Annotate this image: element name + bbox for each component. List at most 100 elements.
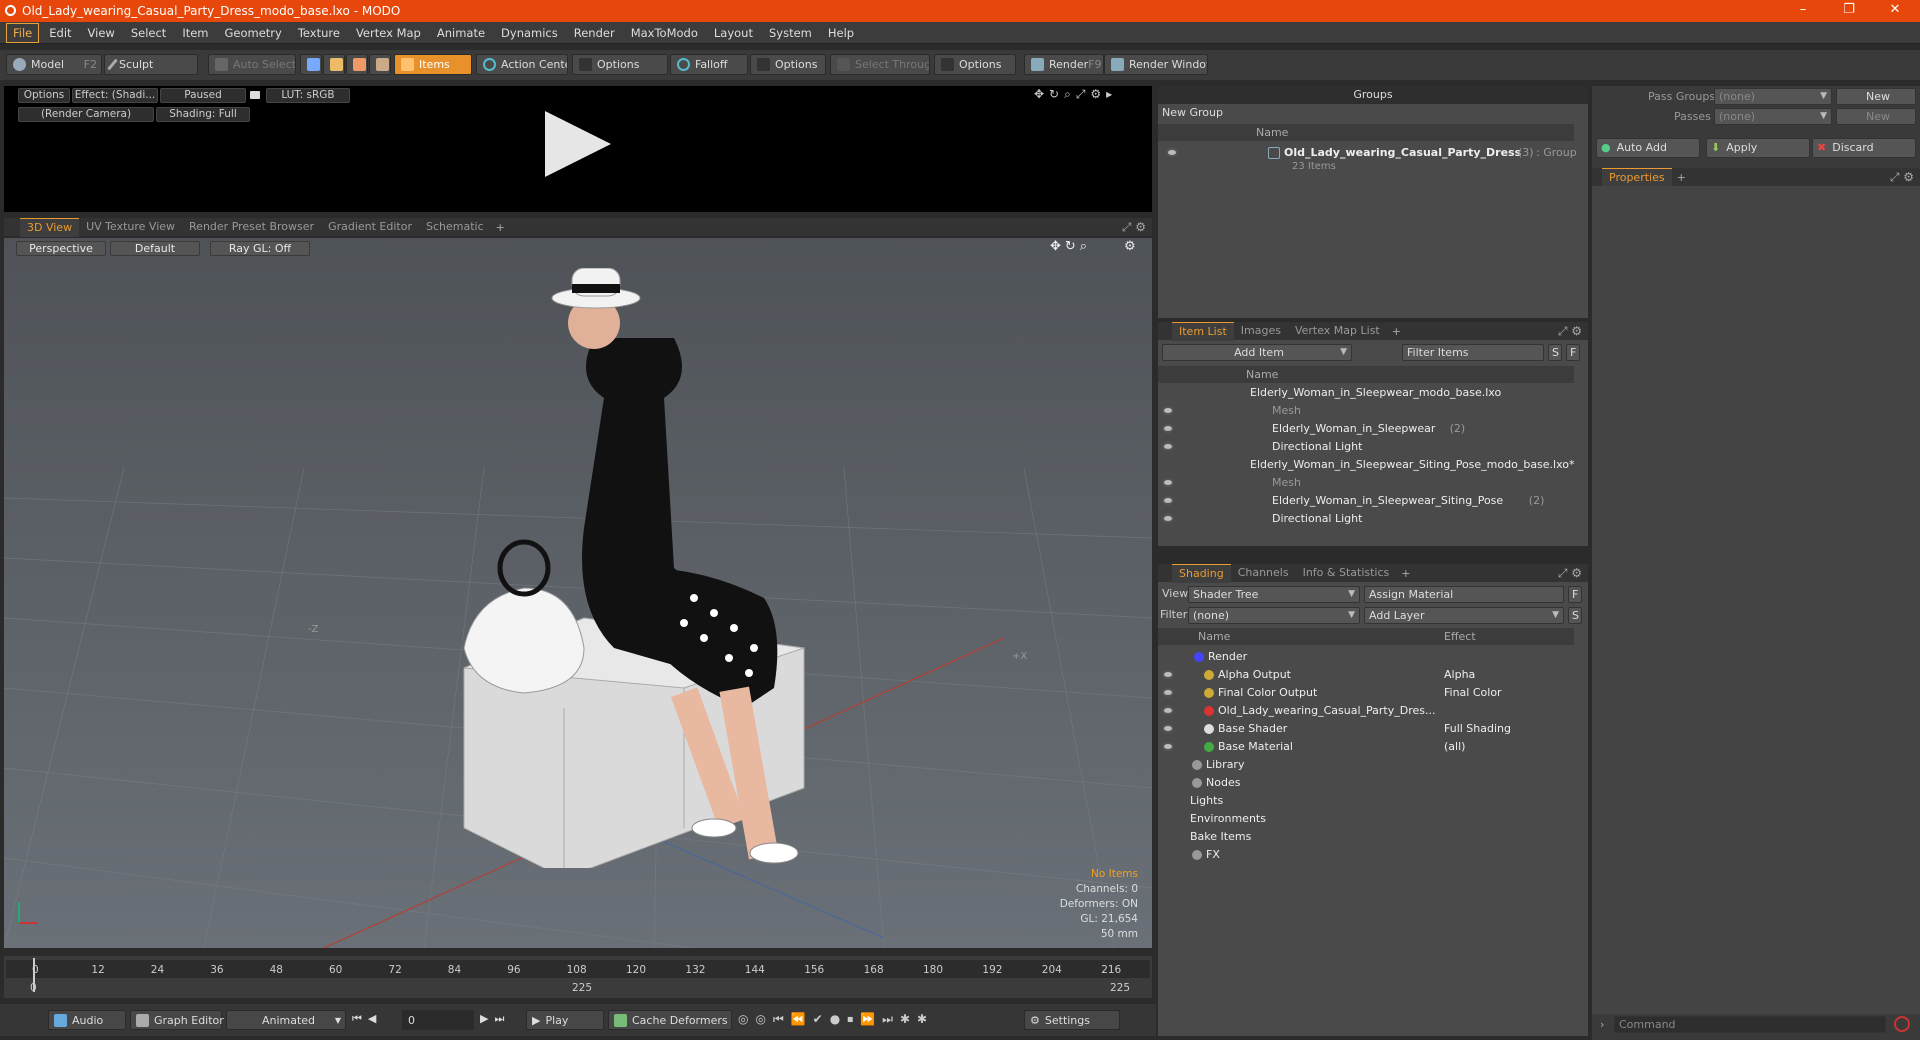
pass-groups-new-button[interactable]: New	[1836, 88, 1916, 105]
visibility-eye-icon[interactable]	[1162, 706, 1174, 715]
item-list-s-button[interactable]: S	[1548, 344, 1562, 361]
item-list-row[interactable]: Directional Light	[1158, 510, 1588, 528]
menu-dynamics[interactable]: Dynamics	[493, 22, 566, 44]
shader-tree-row[interactable]: Final Color Output Final Color	[1158, 684, 1588, 702]
perspective-button[interactable]: Perspective	[16, 241, 106, 256]
preview-options-button[interactable]: Options	[18, 88, 70, 103]
shader-tree-row[interactable]: Lights	[1158, 792, 1588, 810]
menu-maxtomodo[interactable]: MaxToModo	[623, 22, 706, 44]
shader-effect-dropdown[interactable]: Full Shading	[1444, 720, 1570, 738]
menu-system[interactable]: System	[761, 22, 820, 44]
raygl-button[interactable]: Ray GL: Off	[210, 241, 310, 256]
visibility-eye-icon[interactable]	[1166, 148, 1178, 157]
visibility-eye-icon[interactable]	[1162, 406, 1174, 415]
item-list-row[interactable]: Mesh	[1158, 474, 1588, 492]
vertex-mode-button[interactable]	[300, 54, 322, 75]
shader-effect-dropdown[interactable]: Alpha	[1444, 666, 1570, 684]
render-window-button[interactable]: Render Window	[1104, 54, 1208, 75]
panel-icons[interactable]: ⤢ ⚙	[1558, 324, 1582, 339]
viewport-nav-icons[interactable]: ✥↻⌕	[1050, 239, 1091, 254]
graph-editor-button[interactable]: Graph Editor	[130, 1010, 224, 1030]
shader-tree-row[interactable]: Bake Items	[1158, 828, 1588, 846]
filter-dropdown[interactable]: (none) ▼	[1188, 607, 1360, 624]
preview-lut-dropdown[interactable]: LUT: sRGB	[266, 88, 350, 103]
frame-input[interactable]: 0	[402, 1010, 474, 1030]
render-button[interactable]: Render F9	[1024, 54, 1104, 75]
visibility-eye-icon[interactable]	[1162, 496, 1174, 505]
select-through-options-button[interactable]: Options	[934, 54, 1016, 75]
menu-layout[interactable]: Layout	[706, 22, 761, 44]
shader-effect-dropdown[interactable]: Final Color	[1444, 684, 1570, 702]
command-input[interactable]: Command	[1614, 1016, 1886, 1033]
menu-item[interactable]: Item	[174, 22, 216, 44]
visibility-eye-icon[interactable]	[1162, 478, 1174, 487]
shader-tree-row[interactable]: Old_Lady_wearing_Casual_Party_Dres...	[1158, 702, 1588, 720]
settings-button[interactable]: ⚙ Settings	[1024, 1010, 1120, 1030]
visibility-eye-icon[interactable]	[1162, 442, 1174, 451]
add-tab-button[interactable]: +	[1672, 171, 1691, 184]
item-list-row[interactable]: Mesh	[1158, 402, 1588, 420]
falloff-options-button[interactable]: Options	[750, 54, 826, 75]
default-shading-button[interactable]: Default	[110, 241, 200, 256]
material-mode-button[interactable]	[369, 54, 391, 75]
tab-vertex-map-list[interactable]: Vertex Map List	[1288, 322, 1387, 340]
assign-material-button[interactable]: Assign Material	[1364, 586, 1564, 603]
viewport-panel-icons[interactable]: ⤢ ⚙	[1122, 220, 1146, 235]
transport-end-icons[interactable]: ▶⏭	[480, 1012, 510, 1026]
filter-items-input[interactable]: Filter Items	[1402, 344, 1544, 361]
animated-dropdown[interactable]: Animated ▼	[226, 1010, 346, 1030]
command-record-icon[interactable]	[1894, 1016, 1910, 1032]
item-list-row[interactable]: Directional Light	[1158, 438, 1588, 456]
visibility-eye-icon[interactable]	[1162, 724, 1174, 733]
add-tab-button[interactable]: +	[1396, 567, 1415, 580]
falloff-button[interactable]: Falloff	[670, 54, 748, 75]
preview-effect-dropdown[interactable]: Effect: (Shadi...	[72, 88, 158, 103]
tab-info-statistics[interactable]: Info & Statistics	[1296, 564, 1397, 582]
tab-item-list[interactable]: Item List	[1172, 321, 1234, 341]
apply-button[interactable]: ⬇ Apply	[1706, 138, 1810, 158]
play-icon[interactable]	[545, 111, 611, 177]
maximize-button[interactable]: ❐	[1826, 0, 1872, 22]
audio-button[interactable]: Audio	[48, 1010, 126, 1030]
view-dropdown[interactable]: Shader Tree ▼	[1188, 586, 1360, 603]
lock-icon[interactable]	[250, 91, 260, 99]
tab-images[interactable]: Images	[1234, 322, 1288, 340]
passes-new-button[interactable]: New	[1836, 108, 1916, 125]
shader-tree-row[interactable]: Base Shader Full Shading	[1158, 720, 1588, 738]
preview-shading-dropdown[interactable]: Shading: Full	[156, 107, 250, 122]
shading-f-button[interactable]: F	[1568, 586, 1582, 603]
play-button[interactable]: ▶ Play	[526, 1010, 604, 1030]
visibility-eye-icon[interactable]	[1162, 670, 1174, 679]
visibility-eye-icon[interactable]	[1162, 514, 1174, 523]
item-list-f-button[interactable]: F	[1566, 344, 1580, 361]
items-button[interactable]: Items	[394, 54, 472, 75]
model-button[interactable]: Model F2	[6, 54, 102, 75]
action-center-options-button[interactable]: Options	[572, 54, 668, 75]
tab-schematic[interactable]: Schematic	[419, 218, 491, 236]
shader-tree-row[interactable]: FX	[1158, 846, 1588, 864]
sculpt-button[interactable]: Sculpt	[104, 54, 198, 75]
item-list-row[interactable]: Elderly_Woman_in_Sleepwear (2)	[1158, 420, 1588, 438]
menu-edit[interactable]: Edit	[41, 22, 79, 44]
item-list-row[interactable]: Elderly_Woman_in_Sleepwear_Siting_Pose (2…	[1158, 492, 1588, 510]
shader-tree-row[interactable]: Alpha Output Alpha	[1158, 666, 1588, 684]
tab-channels[interactable]: Channels	[1231, 564, 1296, 582]
menu-geometry[interactable]: Geometry	[217, 22, 290, 44]
pass-groups-dropdown[interactable]: (none) ▼	[1714, 88, 1832, 105]
auto-select-button[interactable]: Auto Select	[208, 54, 296, 75]
shader-tree-row[interactable]: Base Material (all)	[1158, 738, 1588, 756]
add-tab-button[interactable]: +	[491, 221, 510, 234]
preview-toolbar-icons[interactable]: ✥↻⌕⤢⚙▸	[1034, 87, 1117, 102]
menu-render[interactable]: Render	[566, 22, 623, 44]
shader-tree-row[interactable]: Library	[1158, 756, 1588, 774]
tab-shading[interactable]: Shading	[1172, 563, 1231, 583]
add-item-dropdown[interactable]: Add Item ▼	[1162, 344, 1352, 361]
tab-render-preset-browser[interactable]: Render Preset Browser	[182, 218, 321, 236]
visibility-eye-icon[interactable]	[1162, 688, 1174, 697]
preview-camera-dropdown[interactable]: (Render Camera)	[18, 107, 154, 122]
menu-help[interactable]: Help	[820, 22, 862, 44]
tab-properties[interactable]: Properties	[1602, 167, 1672, 187]
auto-add-button[interactable]: ● Auto Add	[1596, 138, 1700, 158]
item-list-row[interactable]: Elderly_Woman_in_Sleepwear_Siting_Pose_m…	[1158, 456, 1588, 474]
passes-dropdown[interactable]: (none) ▼	[1714, 108, 1832, 125]
